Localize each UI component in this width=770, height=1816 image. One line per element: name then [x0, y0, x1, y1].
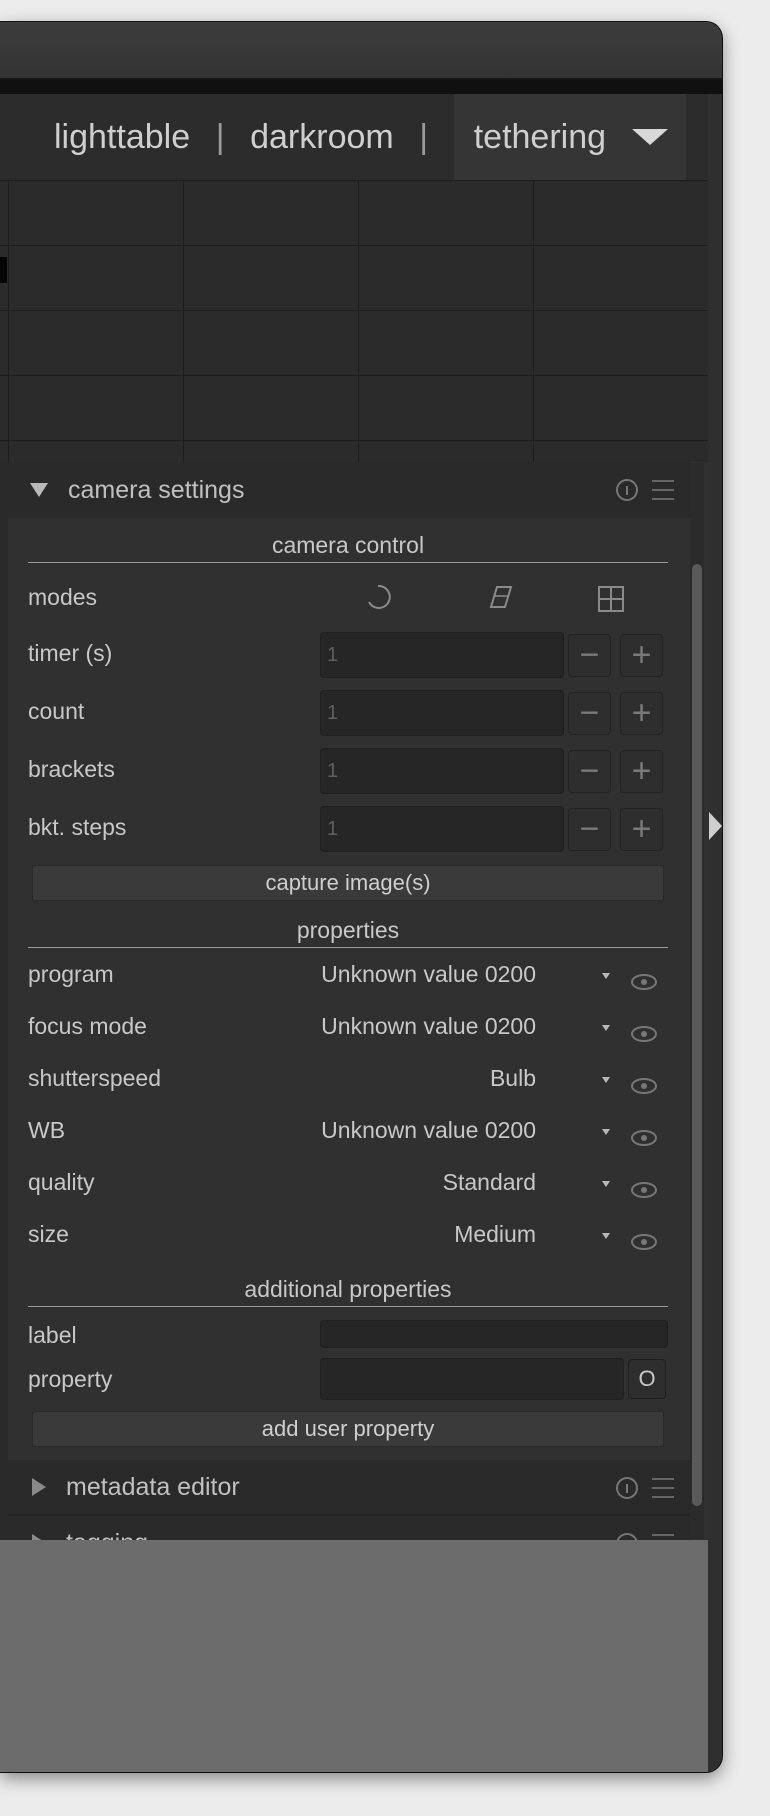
focus-mode-value[interactable]: Unknown value 0200 — [321, 1013, 536, 1040]
program-value[interactable]: Unknown value 0200 — [321, 961, 536, 988]
count-increase-button[interactable]: + — [620, 692, 663, 735]
tethering-center-view — [0, 180, 708, 462]
brackets-decrease-button[interactable]: − — [568, 750, 611, 793]
view-separator: | — [419, 117, 429, 156]
right-panel-border — [708, 94, 722, 1772]
size-label: size — [28, 1221, 69, 1247]
metadata-editor-header[interactable]: metadata editor — [8, 1460, 690, 1514]
bottom-panel-area — [0, 1540, 708, 1772]
view-tab-tethering[interactable]: tethering — [453, 94, 687, 180]
camera-settings-header[interactable]: camera settings — [8, 462, 690, 518]
size-dropdown-icon[interactable] — [602, 1233, 610, 1239]
bkt-steps-increase-button[interactable]: + — [620, 808, 663, 851]
brackets-increase-button[interactable]: + — [620, 750, 663, 793]
darktable-window: lighttable | darkroom | tethering camera… — [0, 22, 722, 1772]
shutterspeed-value[interactable]: Bulb — [490, 1065, 536, 1092]
count-input[interactable]: 1 — [320, 690, 564, 736]
quality-label: quality — [28, 1169, 95, 1195]
brackets-input[interactable]: 1 — [320, 748, 564, 794]
brackets-mode-icon[interactable] — [484, 580, 518, 614]
bkt-steps-decrease-button[interactable]: − — [568, 808, 611, 851]
view-switcher: lighttable | darkroom | tethering — [54, 94, 687, 180]
shutterspeed-dropdown-icon[interactable] — [602, 1077, 610, 1083]
metadata-editor-title: metadata editor — [66, 1472, 240, 1501]
wb-dropdown-icon[interactable] — [602, 1129, 610, 1135]
view-tab-tethering-label: tethering — [473, 117, 607, 156]
program-label: program — [28, 961, 114, 987]
shutterspeed-watch-eye-icon[interactable] — [630, 1077, 658, 1095]
property-field-label: property — [28, 1366, 113, 1392]
modes-label: modes — [28, 584, 98, 610]
label-field-label: label — [28, 1322, 77, 1348]
capture-images-button[interactable]: capture image(s) — [32, 865, 664, 901]
timer-label: timer (s) — [28, 640, 113, 666]
camera-settings-title: camera settings — [68, 475, 245, 504]
timer-input[interactable]: 1 — [320, 632, 564, 678]
left-panel-edge — [0, 257, 7, 283]
shutterspeed-label: shutterspeed — [28, 1065, 161, 1091]
view-tab-lighttable[interactable]: lighttable — [54, 94, 190, 180]
quality-value[interactable]: Standard — [443, 1169, 536, 1196]
brackets-label: brackets — [28, 756, 115, 782]
size-value[interactable]: Medium — [454, 1221, 536, 1248]
right-panel: camera settings camera control modes tim… — [8, 462, 708, 1540]
property-input[interactable] — [320, 1358, 624, 1400]
collapse-right-panel-icon[interactable] — [709, 812, 722, 840]
reset-icon[interactable] — [616, 1533, 638, 1540]
timer-mode-icon[interactable] — [362, 580, 396, 614]
property-select-button[interactable]: O — [628, 1359, 666, 1399]
camera-control-heading: camera control — [28, 532, 668, 563]
more-views-dropdown-icon[interactable] — [632, 129, 669, 145]
count-label: count — [28, 698, 85, 724]
focus-mode-dropdown-icon[interactable] — [602, 1025, 610, 1031]
additional-properties-heading: additional properties — [28, 1276, 668, 1307]
presets-menu-icon[interactable] — [652, 1478, 674, 1498]
quality-watch-eye-icon[interactable] — [630, 1181, 658, 1199]
quality-dropdown-icon[interactable] — [602, 1181, 610, 1187]
label-input[interactable] — [320, 1320, 668, 1348]
sequence-mode-icon[interactable] — [594, 582, 628, 616]
expanded-arrow-icon — [30, 483, 48, 497]
focus-mode-watch-eye-icon[interactable] — [630, 1025, 658, 1043]
view-switcher-header: lighttable | darkroom | tethering — [0, 94, 708, 180]
count-decrease-button[interactable]: − — [568, 692, 611, 735]
right-panel-scrollbar-thumb[interactable] — [692, 564, 702, 1506]
collapsed-arrow-icon — [32, 1478, 46, 1496]
bkt-steps-input[interactable]: 1 — [320, 806, 564, 852]
wb-label: WB — [28, 1117, 66, 1143]
wb-value[interactable]: Unknown value 0200 — [321, 1117, 536, 1144]
bkt-steps-label: bkt. steps — [28, 814, 127, 840]
properties-heading: properties — [28, 917, 668, 948]
program-dropdown-icon[interactable] — [602, 973, 610, 979]
wb-watch-eye-icon[interactable] — [630, 1129, 658, 1147]
reset-icon[interactable] — [616, 479, 638, 501]
window-titlebar[interactable] — [0, 22, 722, 80]
size-watch-eye-icon[interactable] — [630, 1233, 658, 1251]
view-separator: | — [215, 117, 225, 156]
reset-icon[interactable] — [616, 1477, 638, 1499]
program-watch-eye-icon[interactable] — [630, 973, 658, 991]
timer-increase-button[interactable]: + — [620, 634, 663, 677]
tagging-header[interactable]: tagging — [8, 1516, 690, 1540]
focus-mode-label: focus mode — [28, 1013, 147, 1039]
presets-menu-icon[interactable] — [652, 480, 674, 500]
tagging-title: tagging — [66, 1529, 148, 1541]
view-tab-darkroom[interactable]: darkroom — [250, 94, 394, 180]
add-user-property-button[interactable]: add user property — [32, 1411, 664, 1447]
titlebar-divider — [0, 80, 722, 94]
timer-decrease-button[interactable]: − — [568, 634, 611, 677]
